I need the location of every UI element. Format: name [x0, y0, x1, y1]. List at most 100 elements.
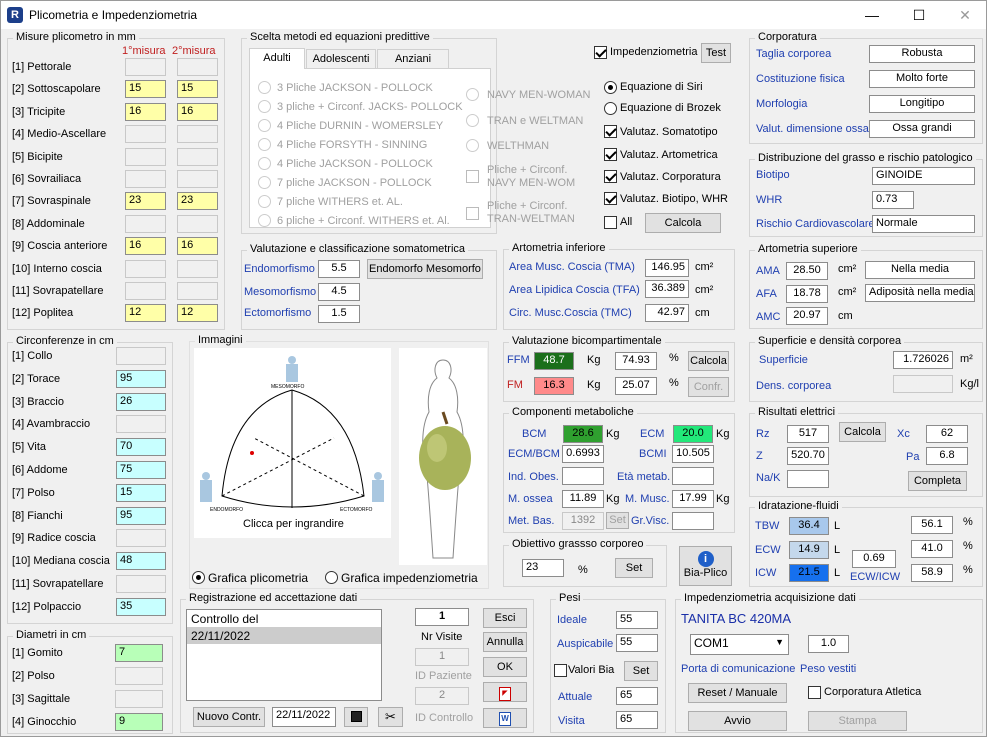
circ-field[interactable]: 15 [116, 483, 166, 502]
grafica-plico-radio[interactable] [192, 571, 205, 584]
corporatura-field[interactable]: Longitipo [869, 95, 975, 113]
rz-field[interactable]: 517 [787, 425, 829, 443]
cut-button[interactable]: ✂ [378, 707, 403, 727]
metbas-field[interactable]: 1392 [562, 512, 604, 530]
ffm-pct-field[interactable]: 74.93 [615, 352, 657, 370]
valori-bia-check[interactable] [554, 664, 567, 677]
impedenziometria-check[interactable] [594, 46, 607, 59]
plico-m1-field[interactable]: 12 [125, 304, 166, 323]
eta-field[interactable] [672, 467, 714, 485]
bcm-field[interactable]: 28.6 [563, 425, 603, 443]
plico-m2-field[interactable] [177, 259, 218, 278]
ecw-field[interactable]: 14.9 [789, 541, 829, 559]
ecw-pct-field[interactable]: 41.0 [911, 540, 953, 558]
controlli-list[interactable]: Controllo del 22/11/2022 [186, 609, 382, 701]
tma-field[interactable]: 146.95 [645, 259, 689, 277]
data-controllo-field[interactable]: 22/11/2022 [272, 707, 336, 727]
circ-field[interactable] [116, 347, 166, 365]
plico-m2-field[interactable]: 23 [177, 192, 218, 211]
fm-pct-field[interactable]: 25.07 [615, 377, 657, 395]
plico-m2-field[interactable]: 12 [177, 304, 218, 323]
corporatura-field[interactable]: Robusta [869, 45, 975, 63]
metodo-right-radio[interactable] [466, 88, 479, 101]
all-check[interactable] [604, 216, 617, 229]
confr-button[interactable]: Confr. [688, 377, 729, 397]
idpaziente-field[interactable]: 1 [415, 648, 469, 666]
icw-pct-field[interactable]: 58.9 [911, 564, 953, 582]
metodo-right-radio[interactable] [466, 113, 479, 127]
ideale-field[interactable]: 55 [616, 611, 658, 629]
rischio-field[interactable]: Normale [872, 215, 975, 233]
meso-field[interactable]: 4.5 [318, 283, 360, 301]
circ-field[interactable]: 70 [116, 438, 166, 457]
completa-button[interactable]: Completa [908, 471, 967, 491]
tfa-field[interactable]: 36.389 [645, 280, 689, 298]
afa-field[interactable]: 18.78 [786, 285, 828, 303]
tran-check[interactable] [466, 207, 479, 220]
circ-field[interactable]: 95 [116, 506, 166, 525]
calcola-metodi-button[interactable]: Calcola [645, 213, 721, 233]
ffm-field[interactable]: 48.7 [534, 352, 574, 370]
metodo-radio[interactable] [258, 214, 271, 227]
diam-field[interactable] [115, 690, 163, 708]
calcola-bicomp-button[interactable]: Calcola [688, 351, 729, 371]
body-image[interactable] [399, 348, 487, 565]
stampa-button[interactable]: Stampa [808, 711, 907, 731]
metbas-set-button[interactable]: Set [606, 512, 629, 529]
plico-m1-field[interactable] [125, 214, 166, 233]
biotipo-field[interactable]: GINOIDE [872, 167, 975, 185]
circ-field[interactable]: 26 [116, 392, 166, 411]
whr-field[interactable]: 0.73 [872, 191, 914, 209]
attuale-field[interactable]: 65 [616, 687, 658, 705]
reset-manuale-button[interactable]: Reset / Manuale [688, 683, 787, 703]
metodo-radio[interactable] [258, 138, 271, 151]
ausp-field[interactable]: 55 [616, 634, 658, 652]
ama-field[interactable]: 28.50 [786, 262, 828, 280]
ecm-field[interactable]: 20.0 [673, 425, 713, 443]
plico-m2-field[interactable]: 16 [177, 102, 218, 121]
plico-m1-field[interactable] [125, 170, 166, 188]
pdf-button[interactable]: ◤ [483, 682, 527, 702]
amc-field[interactable]: 20.97 [786, 307, 828, 325]
plico-m1-field[interactable] [125, 259, 166, 278]
circ-field[interactable] [116, 529, 166, 548]
xc-field[interactable]: 62 [926, 425, 968, 443]
nuovo-controllo-button[interactable]: Nuovo Contr. [193, 707, 265, 727]
esci-button[interactable]: Esci [483, 608, 527, 628]
tbw-field[interactable]: 36.4 [789, 517, 829, 535]
tab-anziani[interactable]: Anziani [377, 49, 449, 69]
plico-m2-field[interactable] [177, 147, 218, 166]
obiettivo-field[interactable]: 23 [522, 559, 564, 577]
obes-field[interactable] [562, 467, 604, 485]
annulla-button[interactable]: Annulla [483, 632, 527, 652]
tmc-field[interactable]: 42.97 [645, 304, 689, 322]
plico-m2-field[interactable] [177, 282, 218, 300]
circ-field[interactable]: 48 [116, 552, 166, 571]
plico-m1-field[interactable]: 16 [125, 237, 166, 256]
grvisc-field[interactable] [672, 512, 714, 530]
plico-m2-field[interactable] [177, 214, 218, 233]
controlli-list-item[interactable]: 22/11/2022 [187, 628, 381, 644]
artro-check[interactable] [604, 148, 617, 161]
word-button[interactable]: W [483, 708, 527, 728]
save-button[interactable] [344, 707, 368, 727]
ossea-field[interactable]: 11.89 [562, 490, 604, 508]
ecmbcm-field[interactable]: 0.6993 [562, 445, 604, 463]
plico-m2-field[interactable] [177, 170, 218, 188]
peso-vestiti-field[interactable]: 1.0 [808, 635, 849, 653]
ama-valut[interactable]: Nella media [865, 261, 975, 279]
close-button[interactable]: ✕ [942, 1, 987, 29]
corporatura-field[interactable]: Ossa grandi [869, 120, 975, 138]
ratio-field[interactable]: 0.69 [852, 550, 896, 568]
musc-field[interactable]: 17.99 [672, 490, 714, 508]
metodo-radio[interactable] [258, 176, 271, 189]
plico-m1-field[interactable]: 15 [125, 80, 166, 99]
somatochart-image[interactable]: MESOMORFO ENDOMORFO ECTOMORFO [194, 348, 391, 538]
icw-field[interactable]: 21.5 [789, 564, 829, 582]
minimize-button[interactable]: — [849, 1, 895, 29]
pa-field[interactable]: 6.8 [926, 447, 968, 465]
metodo-radio[interactable] [258, 119, 271, 132]
circ-field[interactable]: 75 [116, 461, 166, 479]
siri-radio[interactable] [604, 81, 617, 94]
z-field[interactable]: 520.70 [787, 447, 829, 465]
